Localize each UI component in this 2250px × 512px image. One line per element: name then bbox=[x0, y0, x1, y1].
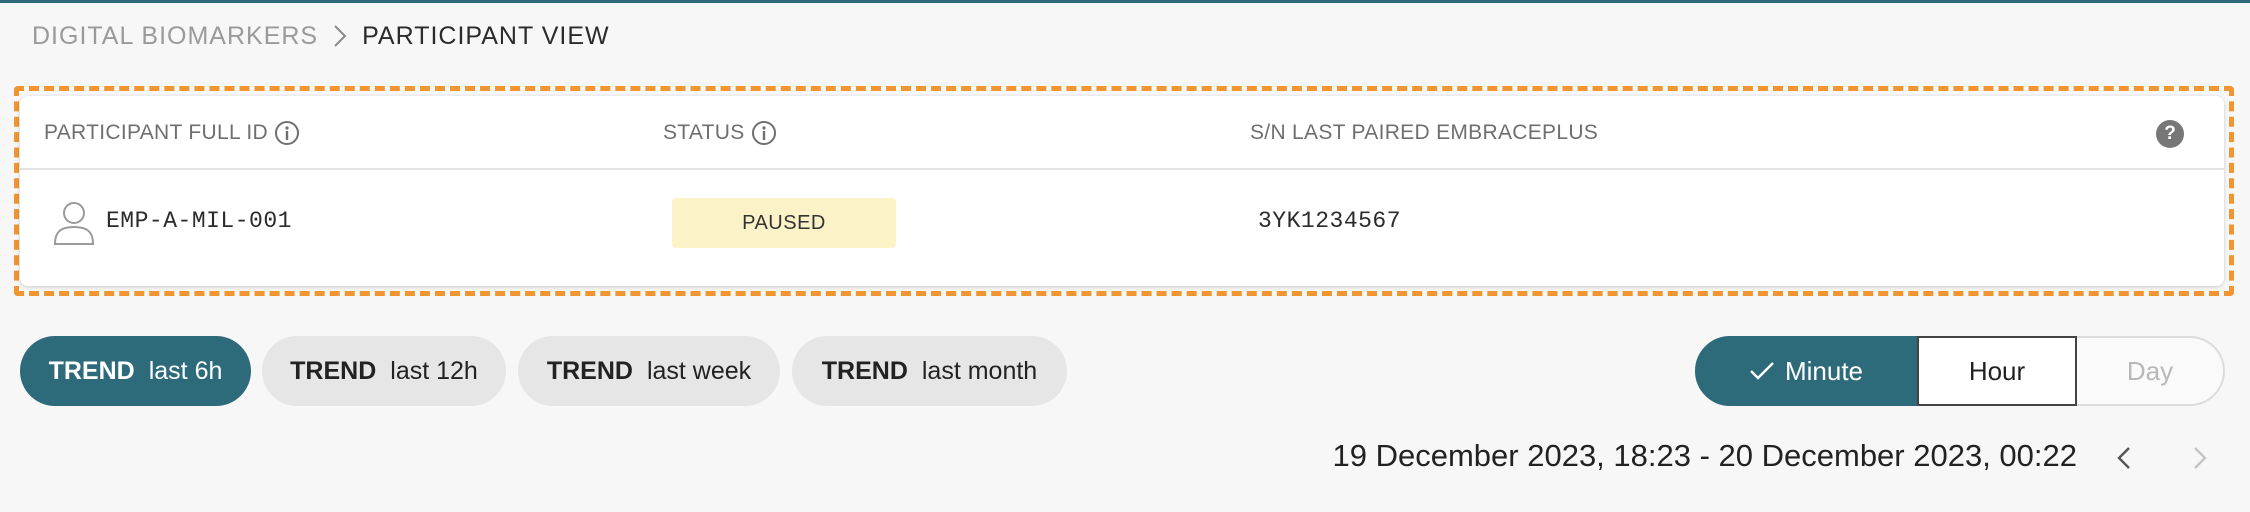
info-icon[interactable] bbox=[751, 120, 777, 146]
chevron-left-icon[interactable] bbox=[2106, 440, 2142, 476]
info-icon[interactable] bbox=[274, 120, 300, 146]
date-range-label: 19 December 2023, 18:23 - 20 December 20… bbox=[1332, 438, 2077, 473]
breadcrumb: DIGITAL BIOMARKERS PARTICIPANT VIEW bbox=[32, 20, 610, 52]
user-icon bbox=[52, 200, 96, 246]
resolution-hour-label: Hour bbox=[1968, 355, 2026, 386]
table-row[interactable]: EMP-A-MIL-001 PAUSED 3YK1234567 bbox=[20, 170, 2224, 286]
breadcrumb-current: PARTICIPANT VIEW bbox=[362, 21, 610, 50]
header-serial: S/N LAST PAIRED EMBRACEPLUS bbox=[1250, 118, 1598, 148]
trend-last-12h-button[interactable]: TREND last 12h bbox=[262, 336, 506, 406]
header-serial-label: S/N LAST PAIRED EMBRACEPLUS bbox=[1250, 121, 1599, 144]
resolution-day-label: Day bbox=[2126, 355, 2174, 386]
participant-id-value: EMP-A-MIL-001 bbox=[106, 208, 292, 234]
trend-prefix: TREND bbox=[821, 356, 908, 385]
header-participant-id: PARTICIPANT FULL ID bbox=[44, 118, 300, 148]
participant-card: PARTICIPANT FULL ID STATUS S/N LAST PAIR… bbox=[20, 96, 2224, 286]
resolution-minute-button[interactable]: Minute bbox=[1695, 336, 1917, 406]
header-status-label: STATUS bbox=[663, 121, 745, 144]
table-header: PARTICIPANT FULL ID STATUS S/N LAST PAIR… bbox=[20, 96, 2224, 170]
resolution-minute-label: Minute bbox=[1784, 355, 1864, 386]
top-accent-bar bbox=[0, 0, 2250, 3]
trend-last-6h-button[interactable]: TREND last 6h bbox=[20, 336, 251, 406]
resolution-toggle: Minute Hour Day bbox=[1695, 336, 2225, 406]
trend-prefix: TREND bbox=[546, 356, 633, 385]
resolution-day-button[interactable]: Day bbox=[2077, 336, 2225, 406]
help-icon[interactable]: ? bbox=[2156, 120, 2184, 148]
trend-prefix: TREND bbox=[290, 356, 377, 385]
header-status: STATUS bbox=[663, 118, 777, 148]
trend-last-month-button[interactable]: TREND last month bbox=[792, 336, 1067, 406]
chevron-right-icon bbox=[318, 20, 362, 52]
serial-number-value: 3YK1234567 bbox=[1258, 208, 1402, 234]
header-participant-id-label: PARTICIPANT FULL ID bbox=[44, 121, 268, 144]
resolution-hour-button[interactable]: Hour bbox=[1917, 336, 2077, 406]
trend-label: last month bbox=[921, 356, 1038, 385]
trend-label: last 6h bbox=[148, 356, 223, 385]
trend-prefix: TREND bbox=[48, 356, 135, 385]
trend-last-week-button[interactable]: TREND last week bbox=[518, 336, 780, 406]
check-icon bbox=[1749, 360, 1775, 382]
trend-label: last 12h bbox=[390, 356, 478, 385]
chevron-right-icon[interactable] bbox=[2182, 440, 2218, 476]
trend-label: last week bbox=[646, 356, 752, 385]
breadcrumb-parent-link[interactable]: DIGITAL BIOMARKERS bbox=[32, 22, 318, 51]
status-badge: PAUSED bbox=[672, 198, 896, 248]
